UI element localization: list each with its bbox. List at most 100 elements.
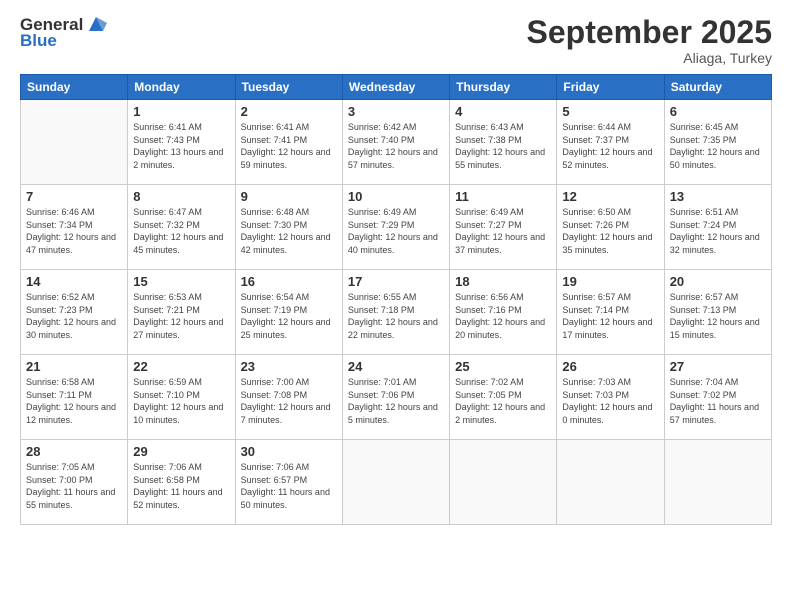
day-number: 18 [455, 274, 551, 289]
logo-icon [85, 13, 107, 35]
day-info: Sunrise: 7:06 AMSunset: 6:57 PMDaylight:… [241, 461, 337, 511]
calendar-day-cell: 28 Sunrise: 7:05 AMSunset: 7:00 PMDayligh… [21, 440, 128, 525]
calendar-day-cell: 20 Sunrise: 6:57 AMSunset: 7:13 PMDayligh… [664, 270, 771, 355]
day-info: Sunrise: 6:51 AMSunset: 7:24 PMDaylight:… [670, 206, 766, 256]
calendar-day-cell: 9 Sunrise: 6:48 AMSunset: 7:30 PMDaylight… [235, 185, 342, 270]
day-info: Sunrise: 6:46 AMSunset: 7:34 PMDaylight:… [26, 206, 122, 256]
day-number: 26 [562, 359, 658, 374]
day-number: 14 [26, 274, 122, 289]
day-info: Sunrise: 7:00 AMSunset: 7:08 PMDaylight:… [241, 376, 337, 426]
calendar-week-row: 1Sunrise: 6:41 AMSunset: 7:43 PMDaylight… [21, 100, 772, 185]
day-number: 12 [562, 189, 658, 204]
day-info: Sunrise: 6:42 AMSunset: 7:40 PMDaylight:… [348, 121, 444, 171]
header-wednesday: Wednesday [342, 75, 449, 100]
calendar-day-cell: 8 Sunrise: 6:47 AMSunset: 7:32 PMDaylight… [128, 185, 235, 270]
calendar-day-cell: 26 Sunrise: 7:03 AMSunset: 7:03 PMDayligh… [557, 355, 664, 440]
day-number: 9 [241, 189, 337, 204]
day-info: Sunrise: 6:41 AMSunset: 7:41 PMDaylight:… [241, 121, 337, 171]
logo: General Blue [20, 15, 107, 51]
calendar-day-cell: 29 Sunrise: 7:06 AMSunset: 6:58 PMDayligh… [128, 440, 235, 525]
calendar-day-cell: 27 Sunrise: 7:04 AMSunset: 7:02 PMDayligh… [664, 355, 771, 440]
day-info: Sunrise: 6:44 AMSunset: 7:37 PMDaylight:… [562, 121, 658, 171]
calendar-day-cell: 11 Sunrise: 6:49 AMSunset: 7:27 PMDayligh… [450, 185, 557, 270]
day-number: 11 [455, 189, 551, 204]
day-number: 4 [455, 104, 551, 119]
calendar-day-cell: 24Sunrise: 7:01 AMSunset: 7:06 PMDayligh… [342, 355, 449, 440]
calendar-table: Sunday Monday Tuesday Wednesday Thursday… [20, 74, 772, 525]
calendar-day-cell: 4 Sunrise: 6:43 AMSunset: 7:38 PMDaylight… [450, 100, 557, 185]
header-thursday: Thursday [450, 75, 557, 100]
day-info: Sunrise: 7:06 AMSunset: 6:58 PMDaylight:… [133, 461, 229, 511]
weekday-header-row: Sunday Monday Tuesday Wednesday Thursday… [21, 75, 772, 100]
day-info: Sunrise: 6:54 AMSunset: 7:19 PMDaylight:… [241, 291, 337, 341]
day-info: Sunrise: 7:04 AMSunset: 7:02 PMDaylight:… [670, 376, 766, 426]
calendar-day-cell: 19 Sunrise: 6:57 AMSunset: 7:14 PMDayligh… [557, 270, 664, 355]
calendar-day-cell [21, 100, 128, 185]
calendar-day-cell: 2Sunrise: 6:41 AMSunset: 7:41 PMDaylight… [235, 100, 342, 185]
day-number: 17 [348, 274, 444, 289]
day-number: 20 [670, 274, 766, 289]
calendar-day-cell: 22Sunrise: 6:59 AMSunset: 7:10 PMDayligh… [128, 355, 235, 440]
day-info: Sunrise: 6:47 AMSunset: 7:32 PMDaylight:… [133, 206, 229, 256]
day-number: 7 [26, 189, 122, 204]
calendar-day-cell: 1Sunrise: 6:41 AMSunset: 7:43 PMDaylight… [128, 100, 235, 185]
calendar-day-cell: 6Sunrise: 6:45 AMSunset: 7:35 PMDaylight… [664, 100, 771, 185]
day-number: 29 [133, 444, 229, 459]
day-info: Sunrise: 6:48 AMSunset: 7:30 PMDaylight:… [241, 206, 337, 256]
day-info: Sunrise: 7:03 AMSunset: 7:03 PMDaylight:… [562, 376, 658, 426]
calendar-day-cell: 18 Sunrise: 6:56 AMSunset: 7:16 PMDayligh… [450, 270, 557, 355]
header: General Blue September 2025 Aliaga, Turk… [20, 15, 772, 66]
day-number: 27 [670, 359, 766, 374]
calendar-day-cell: 15 Sunrise: 6:53 AMSunset: 7:21 PMDayligh… [128, 270, 235, 355]
calendar-day-cell: 17 Sunrise: 6:55 AMSunset: 7:18 PMDayligh… [342, 270, 449, 355]
day-info: Sunrise: 6:57 AMSunset: 7:13 PMDaylight:… [670, 291, 766, 341]
day-number: 28 [26, 444, 122, 459]
day-info: Sunrise: 6:45 AMSunset: 7:35 PMDaylight:… [670, 121, 766, 171]
day-info: Sunrise: 6:49 AMSunset: 7:29 PMDaylight:… [348, 206, 444, 256]
calendar-day-cell: 30 Sunrise: 7:06 AMSunset: 6:57 PMDayligh… [235, 440, 342, 525]
day-info: Sunrise: 6:59 AMSunset: 7:10 PMDaylight:… [133, 376, 229, 426]
day-info: Sunrise: 6:53 AMSunset: 7:21 PMDaylight:… [133, 291, 229, 341]
title-block: September 2025 Aliaga, Turkey [527, 15, 772, 66]
calendar-week-row: 7 Sunrise: 6:46 AMSunset: 7:34 PMDaylight… [21, 185, 772, 270]
calendar-day-cell: 16 Sunrise: 6:54 AMSunset: 7:19 PMDayligh… [235, 270, 342, 355]
calendar-day-cell: 14 Sunrise: 6:52 AMSunset: 7:23 PMDayligh… [21, 270, 128, 355]
day-info: Sunrise: 7:02 AMSunset: 7:05 PMDaylight:… [455, 376, 551, 426]
day-number: 21 [26, 359, 122, 374]
day-number: 15 [133, 274, 229, 289]
header-monday: Monday [128, 75, 235, 100]
day-number: 25 [455, 359, 551, 374]
calendar-day-cell: 12Sunrise: 6:50 AMSunset: 7:26 PMDayligh… [557, 185, 664, 270]
calendar-day-cell: 10Sunrise: 6:49 AMSunset: 7:29 PMDayligh… [342, 185, 449, 270]
calendar-week-row: 21 Sunrise: 6:58 AMSunset: 7:11 PMDayligh… [21, 355, 772, 440]
day-info: Sunrise: 6:57 AMSunset: 7:14 PMDaylight:… [562, 291, 658, 341]
header-sunday: Sunday [21, 75, 128, 100]
header-tuesday: Tuesday [235, 75, 342, 100]
calendar-week-row: 28 Sunrise: 7:05 AMSunset: 7:00 PMDayligh… [21, 440, 772, 525]
day-info: Sunrise: 6:52 AMSunset: 7:23 PMDaylight:… [26, 291, 122, 341]
day-info: Sunrise: 6:58 AMSunset: 7:11 PMDaylight:… [26, 376, 122, 426]
month-title: September 2025 [527, 15, 772, 50]
calendar-day-cell: 7 Sunrise: 6:46 AMSunset: 7:34 PMDaylight… [21, 185, 128, 270]
logo-blue-text: Blue [20, 31, 57, 51]
day-number: 19 [562, 274, 658, 289]
calendar-day-cell [557, 440, 664, 525]
day-info: Sunrise: 6:43 AMSunset: 7:38 PMDaylight:… [455, 121, 551, 171]
day-number: 8 [133, 189, 229, 204]
day-info: Sunrise: 7:05 AMSunset: 7:00 PMDaylight:… [26, 461, 122, 511]
day-number: 16 [241, 274, 337, 289]
day-number: 23 [241, 359, 337, 374]
day-number: 3 [348, 104, 444, 119]
day-info: Sunrise: 6:56 AMSunset: 7:16 PMDaylight:… [455, 291, 551, 341]
calendar-day-cell: 13Sunrise: 6:51 AMSunset: 7:24 PMDayligh… [664, 185, 771, 270]
day-info: Sunrise: 6:49 AMSunset: 7:27 PMDaylight:… [455, 206, 551, 256]
day-number: 30 [241, 444, 337, 459]
day-number: 5 [562, 104, 658, 119]
day-info: Sunrise: 6:55 AMSunset: 7:18 PMDaylight:… [348, 291, 444, 341]
calendar-week-row: 14 Sunrise: 6:52 AMSunset: 7:23 PMDayligh… [21, 270, 772, 355]
calendar-day-cell [450, 440, 557, 525]
calendar-day-cell: 3 Sunrise: 6:42 AMSunset: 7:40 PMDaylight… [342, 100, 449, 185]
calendar-day-cell: 5 Sunrise: 6:44 AMSunset: 7:37 PMDaylight… [557, 100, 664, 185]
calendar-day-cell: 25 Sunrise: 7:02 AMSunset: 7:05 PMDayligh… [450, 355, 557, 440]
day-info: Sunrise: 7:01 AMSunset: 7:06 PMDaylight:… [348, 376, 444, 426]
